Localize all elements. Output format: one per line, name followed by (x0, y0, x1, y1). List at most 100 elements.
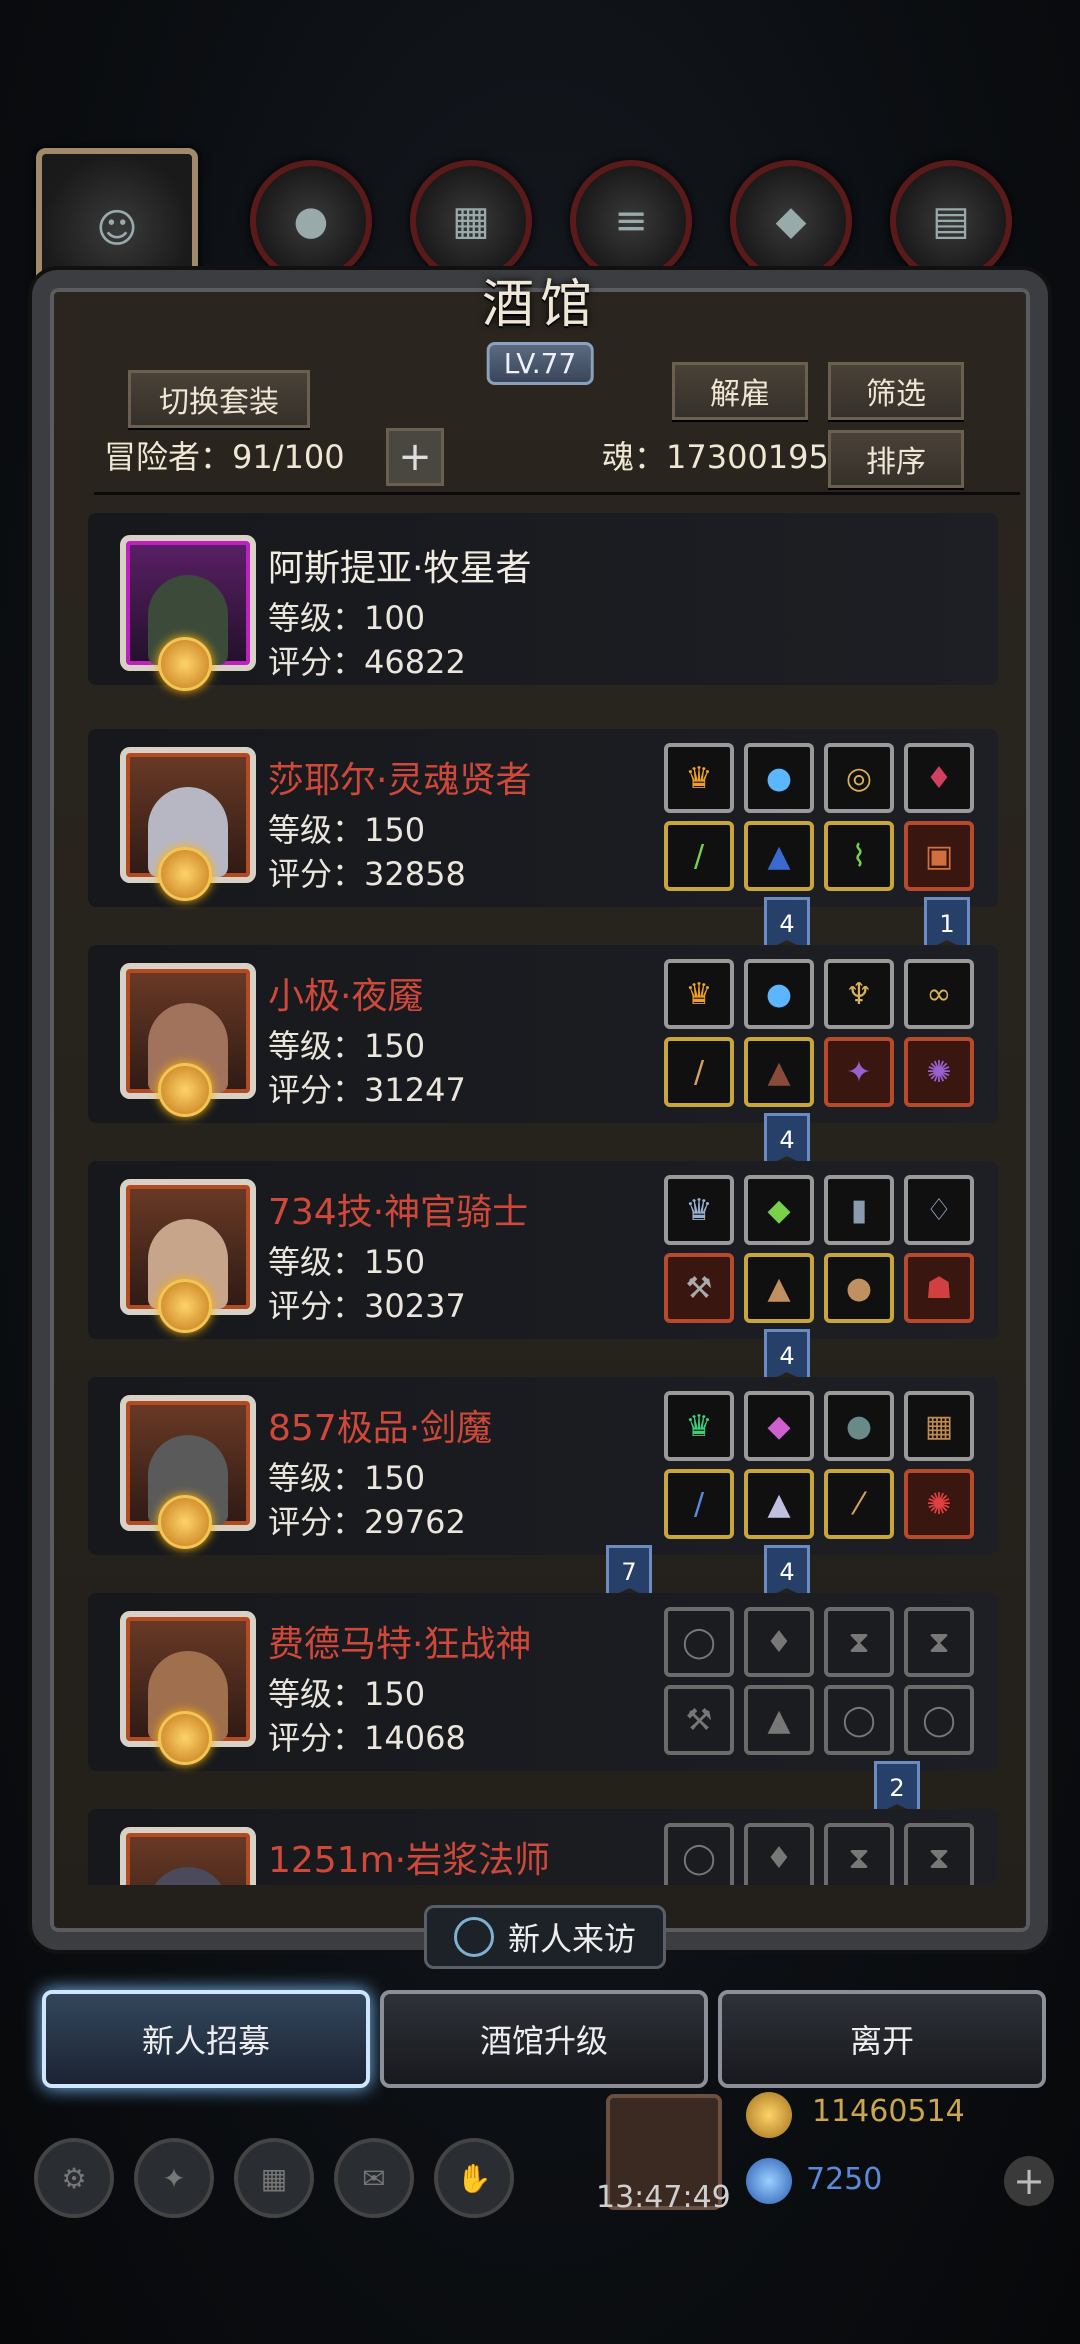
add-slot-button[interactable]: + (386, 428, 444, 486)
leave-button[interactable]: 离开 (718, 1990, 1046, 2088)
mail-icon[interactable]: ✉ (334, 2138, 414, 2218)
set-count-flag: 4 (764, 897, 810, 951)
empty-hourglass-slot-icon[interactable]: ⧗ (904, 1823, 974, 1885)
settings-icon[interactable]: ⚙ (34, 2138, 114, 2218)
crystal-icon[interactable]: ◆ (744, 1175, 814, 1245)
hero-card[interactable]: 莎耶尔·灵魂贤者 等级：150 评分：32858 ♛ ● ◎ ♦ / ▲ ⌇ ▣ (88, 729, 998, 907)
hero-score: 评分：31247 (268, 1071, 466, 1109)
clock-icon (453, 1917, 494, 1957)
quest-icon[interactable]: ✦ (134, 2138, 214, 2218)
new-visitor-button[interactable]: 新人来访 (424, 1905, 666, 1969)
hero-level: 等级：150 (268, 1027, 426, 1065)
scroll-icon[interactable]: ▦ (904, 1391, 974, 1461)
filter-button[interactable]: 筛选 (828, 362, 964, 420)
hero-score: 评分：14068 (268, 1719, 466, 1757)
dagger-icon[interactable]: / (664, 1037, 734, 1107)
dismiss-button[interactable]: 解雇 (672, 362, 808, 420)
blade-icon[interactable]: / (664, 1469, 734, 1539)
compass-icon[interactable]: ◎ (824, 743, 894, 813)
stone-icon[interactable]: ● (824, 1391, 894, 1461)
circlet-icon[interactable]: ♛ (664, 1175, 734, 1245)
hero-card[interactable]: 费德马特·狂战神 等级：150 评分：14068 ◯ ♦ ⧗ ⧗ ⚒ ▲ ◯ ◯ (88, 1593, 998, 1771)
necklace-icon[interactable]: ⌇ (824, 821, 894, 891)
empty-helmet-slot-icon[interactable]: ◯ (664, 1823, 734, 1885)
hero-level: 等级：100 (268, 599, 426, 637)
hero-list[interactable]: 阿斯提亚·牧星者 等级：100 评分：46822 莎耶尔·灵魂贤者 等级：150… (88, 505, 998, 1885)
helmet-icon[interactable]: ♛ (664, 959, 734, 1029)
set-count-flag: 1 (924, 897, 970, 951)
empty-hourglass-slot-icon[interactable]: ⧗ (904, 1607, 974, 1677)
hero-card[interactable]: 1251m·岩浆法师 ◯ ♦ ⧗ ⧗ (88, 1809, 998, 1885)
hero-name: 857极品·剑魔 (268, 1408, 493, 1449)
empty-drop-slot-icon[interactable]: ♦ (744, 1607, 814, 1677)
helmet-icon[interactable]: ♛ (664, 743, 734, 813)
empty-ring-slot-icon[interactable]: ◯ (824, 1685, 894, 1755)
hero-score: 评分：29762 (268, 1503, 466, 1541)
mask-icon[interactable]: ☗ (904, 1253, 974, 1323)
hero-level: 等级：150 (268, 811, 426, 849)
demon-icon[interactable]: ✺ (904, 1469, 974, 1539)
recruit-button[interactable]: 新人招募 (42, 1990, 370, 2088)
staff-icon[interactable]: ⁄ (824, 1469, 894, 1539)
hero-name: 费德马特·狂战神 (268, 1624, 532, 1665)
hero-score: 评分：30237 (268, 1287, 466, 1325)
chestplate-icon[interactable]: ▲ (744, 1253, 814, 1323)
gem-icon[interactable]: ◆ (744, 1391, 814, 1461)
empty-drop-slot-icon[interactable]: ♦ (744, 1823, 814, 1885)
empty-ring-slot-icon[interactable]: ◯ (904, 1685, 974, 1755)
blue-gem-icon (746, 2158, 792, 2204)
wand-icon[interactable]: / (664, 821, 734, 891)
pendant-icon[interactable]: ♢ (904, 1175, 974, 1245)
rank-gem-icon (158, 1279, 212, 1333)
top-icon-bar: ☺ ● ▦ ≡ ◆ ▤ (36, 148, 1040, 310)
chalice-icon[interactable]: ♆ (824, 959, 894, 1029)
hero-avatar (120, 1827, 256, 1885)
spider-icon[interactable]: ✺ (904, 1037, 974, 1107)
orb-icon[interactable]: ● (744, 959, 814, 1029)
gauntlet-icon[interactable]: ✦ (824, 1037, 894, 1107)
hero-card[interactable]: 小极·夜魇 等级：150 评分：31247 ♛ ● ♆ ∞ / ▲ ✦ ✺ (88, 945, 998, 1123)
hero-card[interactable]: 734技·神官骑士 等级：150 评分：30237 ♛ ◆ ▮ ♢ ⚒ ▲ ● … (88, 1161, 998, 1339)
hammer-icon[interactable]: ⚒ (664, 1253, 734, 1323)
hero-card[interactable]: 阿斯提亚·牧星者 等级：100 评分：46822 (88, 513, 998, 691)
map-icon[interactable]: ▦ (234, 2138, 314, 2218)
rank-gem-icon (158, 637, 212, 691)
switch-set-button[interactable]: 切换套装 (128, 370, 310, 428)
event-timer: 13:47:49 (596, 2180, 731, 2215)
amulet-icon[interactable]: ∞ (904, 959, 974, 1029)
set-count-flag: 4 (764, 1113, 810, 1167)
empty-weapon-slot-icon[interactable]: ⚒ (664, 1685, 734, 1755)
set-count-flag: 2 (874, 1761, 920, 1815)
bag-icon[interactable]: ● (824, 1253, 894, 1323)
hero-score: 评分：32858 (268, 855, 466, 893)
hero-name: 1251m·岩浆法师 (268, 1840, 551, 1881)
crystal-icon[interactable]: ◆ (730, 160, 852, 282)
handshake-icon[interactable]: ✋ (434, 2138, 514, 2218)
hero-card[interactable]: 857极品·剑魔 等级：150 评分：29762 ♛ ◆ ● ▦ / ▲ ⁄ ✺ (88, 1377, 998, 1555)
add-resource-icon[interactable]: + (1004, 2156, 1054, 2206)
tome-icon[interactable]: ▣ (904, 821, 974, 891)
armor-icon[interactable]: ▲ (744, 821, 814, 891)
hero-score: 评分：46822 (268, 643, 466, 681)
book-icon[interactable]: ▮ (824, 1175, 894, 1245)
hero-level: 等级：150 (268, 1243, 426, 1281)
gold-amount: 11460514 (812, 2094, 965, 2129)
bag-icon[interactable]: ● (250, 160, 372, 282)
bottom-action-bar: 新人招募 酒馆升级 离开 (0, 1990, 1080, 2100)
plate-armor-icon[interactable]: ▲ (744, 1469, 814, 1539)
cloak-icon[interactable]: ▲ (744, 1037, 814, 1107)
empty-hourglass-slot-icon[interactable]: ⧗ (824, 1823, 894, 1885)
gem-amount: 7250 (806, 2162, 883, 2197)
sort-button[interactable]: 排序 (828, 430, 964, 488)
empty-armor-slot-icon[interactable]: ▲ (744, 1685, 814, 1755)
rank-gem-icon (158, 1063, 212, 1117)
empty-hourglass-slot-icon[interactable]: ⧗ (824, 1607, 894, 1677)
orb-icon[interactable]: ● (744, 743, 814, 813)
hero-name: 小极·夜魇 (268, 976, 424, 1017)
ring-icon[interactable]: ♦ (904, 743, 974, 813)
anvil-icon[interactable]: ▤ (890, 160, 1012, 282)
upgrade-tavern-button[interactable]: 酒馆升级 (380, 1990, 708, 2088)
emerald-helm-icon[interactable]: ♛ (664, 1391, 734, 1461)
empty-helmet-slot-icon[interactable]: ◯ (664, 1607, 734, 1677)
set-count-flag: 4 (764, 1545, 810, 1599)
